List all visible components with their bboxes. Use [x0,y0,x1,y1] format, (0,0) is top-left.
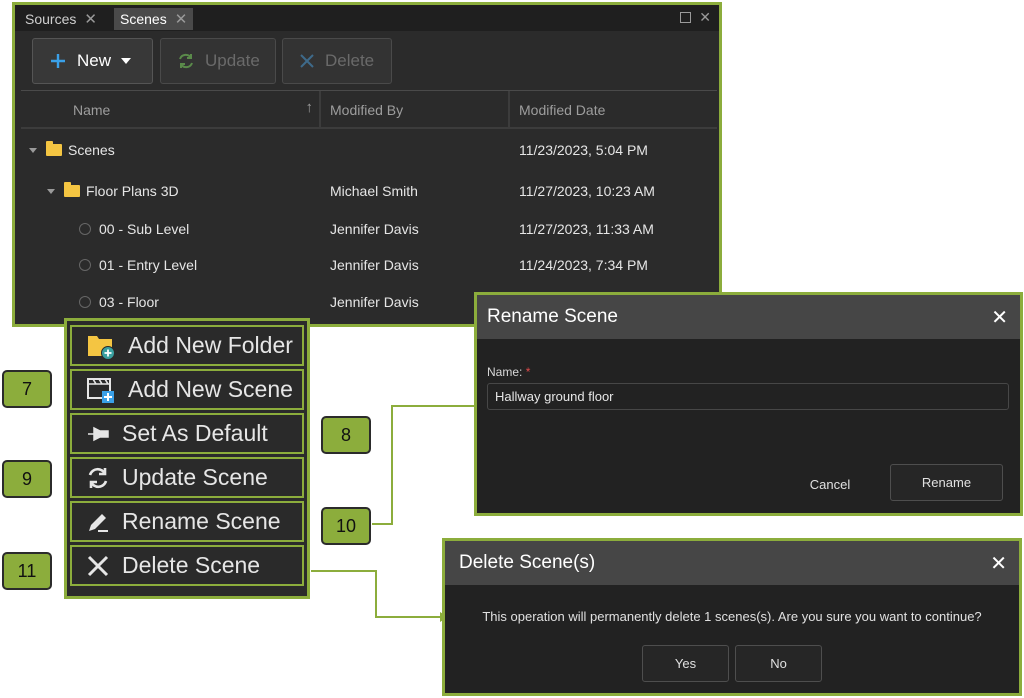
table-row[interactable]: 01 - Entry Level Jennifer Davis 11/24/20… [21,247,717,283]
row-modified-date: 11/27/2023, 11:33 AM [519,221,654,237]
folder-add-icon [88,335,115,360]
row-modified-by: Jennifer Davis [330,257,419,273]
name-field-label: Name: * [487,365,530,379]
no-button[interactable]: No [735,645,822,682]
row-modified-by: Jennifer Davis [330,221,419,237]
required-mark: * [525,365,531,379]
new-button[interactable]: New [32,38,153,84]
pin-icon [88,426,109,441]
new-button-label: New [77,51,112,70]
tab-label: Scenes [120,11,167,27]
row-modified-date: 11/27/2023, 10:23 AM [519,183,655,199]
delete-scenes-dialog: Delete Scene(s) ✕ This operation will pe… [442,538,1022,696]
column-header-modified-date[interactable]: Modified Date [510,91,717,129]
scene-radio[interactable] [79,223,91,235]
menu-item-rename-scene[interactable]: Rename Scene [70,501,304,542]
menu-item-add-new-folder[interactable]: Add New Folder [70,325,304,366]
window-controls: ✕ [680,9,711,26]
scene-name-input[interactable] [487,383,1009,410]
table-row[interactable]: Floor Plans 3D Michael Smith 11/27/2023,… [21,173,717,209]
menu-item-update-scene[interactable]: Update Scene [70,457,304,498]
scenes-panel: Sources ✕ Scenes ✕ ✕ New Update Delete N… [12,2,722,327]
row-name: 00 - Sub Level [99,221,190,237]
dialog-header: Delete Scene(s) [445,541,1019,585]
sort-ascending-icon: ↑ [305,99,314,116]
expand-caret-icon[interactable] [29,147,37,153]
column-header-modified-by[interactable]: Modified By [321,91,510,129]
column-header-label: Modified Date [519,102,606,118]
scene-radio[interactable] [79,296,91,308]
row-modified-by: Michael Smith [330,183,418,199]
close-icon[interactable]: ✕ [990,551,1007,576]
callout-badge: 10 [321,507,371,545]
close-icon [87,555,109,576]
delete-button-label: Delete [325,51,375,70]
menu-item-set-as-default[interactable]: Set As Default [70,413,304,454]
scene-radio[interactable] [79,259,91,271]
row-modified-date: 11/23/2023, 5:04 PM [519,142,648,158]
tab-scenes[interactable]: Scenes ✕ [114,8,194,30]
callout-badge: 11 [2,552,52,590]
tab-close-icon[interactable]: ✕ [84,10,97,28]
callout-badge: 9 [2,460,52,498]
close-icon [300,54,314,68]
rename-button[interactable]: Rename [890,464,1003,501]
menu-item-label: Add New Scene [128,376,293,402]
column-header-label: Modified By [330,102,404,118]
close-icon[interactable]: ✕ [699,9,711,26]
column-header-name[interactable]: Name ↑ [21,91,321,129]
row-modified-by: Jennifer Davis [330,294,419,310]
menu-item-label: Delete Scene [122,552,261,578]
cancel-button[interactable]: Cancel [767,467,893,502]
column-header-label: Name [73,102,111,118]
tab-close-icon[interactable]: ✕ [175,10,188,28]
tab-bar: Sources ✕ Scenes ✕ ✕ [15,5,719,31]
pencil-icon [89,513,108,532]
menu-item-label: Set As Default [122,420,268,446]
callout-badge: 8 [321,416,371,454]
menu-item-label: Update Scene [122,464,268,490]
confirm-message: This operation will permanently delete 1… [482,609,982,624]
delete-button[interactable]: Delete [282,38,392,84]
row-name: Scenes [68,142,115,158]
menu-item-label: Add New Folder [128,332,293,358]
chevron-down-icon [121,58,132,64]
callout-badge: 7 [2,370,52,408]
close-icon[interactable]: ✕ [991,305,1008,330]
table-row[interactable]: 00 - Sub Level Jennifer Davis 11/27/2023… [21,211,717,247]
dialog-title: Rename Scene [487,306,618,327]
row-modified-date: 11/24/2023, 7:34 PM [519,257,648,273]
menu-item-delete-scene[interactable]: Delete Scene [70,545,304,586]
scene-add-icon [87,377,114,403]
row-name: 03 - Floor [99,294,159,310]
update-button[interactable]: Update [160,38,276,84]
row-name: 01 - Entry Level [99,257,198,273]
menu-item-add-new-scene[interactable]: Add New Scene [70,369,304,410]
tab-sources[interactable]: Sources ✕ [19,8,103,30]
menu-item-label: Rename Scene [122,508,281,534]
dialog-header: Rename Scene [477,295,1020,339]
folder-icon [64,182,80,197]
expand-caret-icon[interactable] [47,188,55,194]
grid-header: Name ↑ Modified By Modified Date [21,91,717,129]
row-name: Floor Plans 3D [86,183,179,199]
refresh-icon [88,467,108,488]
update-button-label: Update [205,51,260,70]
maximize-icon[interactable] [680,12,692,23]
rename-scene-dialog: Rename Scene ✕ Name: * Cancel Rename [474,292,1023,516]
dialog-title: Delete Scene(s) [459,552,596,573]
table-row[interactable]: Scenes 11/23/2023, 5:04 PM [21,132,717,168]
plus-icon [51,54,65,68]
folder-icon [46,141,62,156]
tab-label: Sources [25,11,77,27]
context-menu: Add New Folder Add New Scene Set As Defa… [64,318,310,599]
field-label-text: Name: [487,365,523,379]
yes-button[interactable]: Yes [642,645,729,682]
refresh-icon [179,53,193,69]
